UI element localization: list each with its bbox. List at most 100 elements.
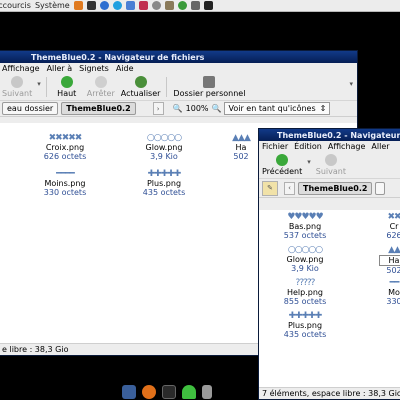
file-item[interactable]: ○○○○○ Glow.png 3,9 Kio: [124, 133, 204, 161]
menu-edition[interactable]: Édition: [294, 142, 322, 151]
settings-icon[interactable]: [151, 1, 161, 10]
file-thumbnail: ▲▲: [388, 245, 400, 255]
home-icon[interactable]: [73, 1, 83, 10]
menu-aller[interactable]: Aller à: [47, 64, 73, 73]
chat-icon[interactable]: [177, 1, 187, 10]
menu-aller[interactable]: Aller: [371, 142, 389, 151]
separator: [45, 77, 47, 97]
path-scroll-left[interactable]: ‹: [284, 181, 295, 195]
file-size: 435 octets: [283, 330, 327, 339]
skype-icon[interactable]: [112, 1, 122, 10]
file-thumbnail: ✖✖: [387, 212, 400, 222]
refresh-icon: [134, 76, 147, 88]
file-thumbnail: ?????: [295, 278, 316, 288]
forward-arrow-icon: [324, 154, 337, 166]
file-name: Mo: [388, 288, 400, 297]
web-icon[interactable]: [99, 1, 109, 10]
mail-icon[interactable]: [138, 1, 148, 10]
menu-systeme[interactable]: Système: [35, 1, 70, 10]
file-name: Glow.png: [286, 255, 324, 264]
help-icon[interactable]: [125, 1, 135, 10]
file-name: Cr: [389, 222, 399, 231]
file-thumbnail: ━━: [389, 278, 400, 288]
file-view[interactable]: ♥♥♥♥♥ Bas.png 537 octets ✖✖ Cr 626 ○○○○○…: [259, 210, 400, 388]
path-segment-current[interactable]: ThemeBlue0.2: [61, 102, 136, 115]
file-item[interactable]: ✚✚✚✚✚ Plus.png 435 octets: [124, 169, 204, 197]
firefox-icon[interactable]: [142, 384, 156, 399]
file-item[interactable]: ✖✖ Cr 626: [379, 212, 400, 240]
file-item[interactable]: ✖✖✖✖✖ Croix.png 626 octets: [25, 133, 105, 161]
file-manager-icon[interactable]: [122, 384, 136, 399]
file-name: Bas.png: [288, 222, 322, 231]
path-segment-next[interactable]: [375, 181, 386, 195]
forward-button[interactable]: Suivant: [313, 154, 349, 176]
forward-label: Suivant: [2, 89, 33, 98]
refresh-button[interactable]: Actualiser: [118, 76, 164, 98]
zoom-in-icon[interactable]: 🔍: [212, 104, 222, 113]
up-arrow-icon: [60, 76, 73, 88]
zoom-out-icon[interactable]: 🔍: [173, 104, 183, 113]
window-title[interactable]: ThemeBlue0.2 - Navigateur de fichiers: [0, 51, 357, 63]
path-scroll-right[interactable]: ›: [152, 102, 164, 115]
back-button[interactable]: Précédent: [259, 154, 305, 176]
network-icon[interactable]: [190, 1, 200, 10]
file-name: Plus.png: [146, 179, 182, 188]
file-item[interactable]: ▲▲▲ Ha 502: [221, 133, 261, 161]
forward-arrow-icon: [11, 76, 24, 88]
menu-fichier[interactable]: Fichier: [262, 142, 288, 151]
edit-location-icon[interactable]: ✎: [262, 180, 278, 196]
forward-button[interactable]: Suivant: [0, 76, 35, 98]
menu-signets[interactable]: Signets: [79, 64, 109, 73]
stop-button[interactable]: Arrêter: [84, 76, 118, 98]
status-bar: 7 éléments, espace libre : 38,3 Gio: [259, 387, 400, 399]
view-mode-value: Voir en tant qu'icônes: [228, 104, 316, 113]
file-name: Help.png: [286, 288, 323, 297]
menu-affichage[interactable]: Affichage: [2, 64, 40, 73]
file-item[interactable]: ━━━━ Moins.png 330 octets: [25, 169, 105, 197]
file-thumbnail: ○○○○○: [287, 245, 323, 255]
chevron-down-icon: ⇕: [319, 104, 327, 113]
window-title-text: ThemeBlue0.2 - Navigateur de fichiers: [31, 52, 205, 62]
menu-raccourcis[interactable]: Raccourcis: [0, 1, 31, 10]
terminal-icon[interactable]: [86, 1, 96, 10]
file-item[interactable]: ♥♥♥♥♥ Bas.png 537 octets: [265, 212, 345, 240]
path-segment-current[interactable]: ThemeBlue0.2: [298, 181, 373, 195]
file-name: Moins.png: [44, 179, 86, 188]
file-item[interactable]: ✚✚✚✚✚ Plus.png 435 octets: [265, 311, 345, 339]
dock: [118, 383, 268, 400]
file-name: Ha: [235, 143, 247, 152]
up-button[interactable]: Haut: [50, 76, 84, 98]
file-size: 435 octets: [142, 188, 186, 197]
gimp-icon[interactable]: [164, 1, 174, 10]
file-thumbnail: ▲▲▲: [232, 133, 251, 143]
file-thumbnail: ✚✚✚✚✚: [147, 169, 182, 179]
file-size: 537 octets: [283, 231, 327, 240]
file-size: 502: [386, 266, 400, 275]
home-folder-button[interactable]: Dossier personnel: [170, 76, 248, 98]
trash-icon[interactable]: [202, 384, 212, 399]
wifi-icon[interactable]: [182, 384, 196, 399]
menu-affichage[interactable]: Affichage: [328, 142, 366, 151]
back-history-dropdown[interactable]: ▾: [307, 158, 311, 166]
refresh-label: Actualiser: [120, 89, 161, 98]
forward-history-dropdown[interactable]: ▾: [37, 80, 41, 88]
file-size: 330: [386, 297, 400, 306]
file-item[interactable]: ▲▲ Ha 502: [379, 245, 400, 275]
path-segment-parent[interactable]: eau dossier: [2, 102, 59, 115]
file-item[interactable]: ━━ Mo 330: [379, 278, 400, 306]
file-size: 855 octets: [283, 297, 327, 306]
toolbar-overflow[interactable]: ▾: [349, 80, 353, 88]
back-arrow-icon: [276, 154, 289, 166]
display-icon[interactable]: [203, 1, 213, 10]
window-title[interactable]: ThemeBlue0.2 - Navigateur: [259, 129, 400, 141]
file-manager-window-front: ThemeBlue0.2 - Navigateur Fichier Éditio…: [258, 128, 400, 400]
file-thumbnail: ○○○○○: [146, 133, 182, 143]
window-title-text: ThemeBlue0.2 - Navigateur: [277, 130, 400, 140]
file-name: Glow.png: [145, 143, 183, 152]
terminal-icon[interactable]: [162, 384, 176, 399]
view-mode-select[interactable]: Voir en tant qu'icônes ⇕: [224, 102, 331, 115]
file-item[interactable]: ????? Help.png 855 octets: [265, 278, 345, 306]
forward-label: Suivant: [315, 167, 346, 176]
menu-aide[interactable]: Aide: [116, 64, 134, 73]
file-item[interactable]: ○○○○○ Glow.png 3,9 Kio: [265, 245, 345, 273]
